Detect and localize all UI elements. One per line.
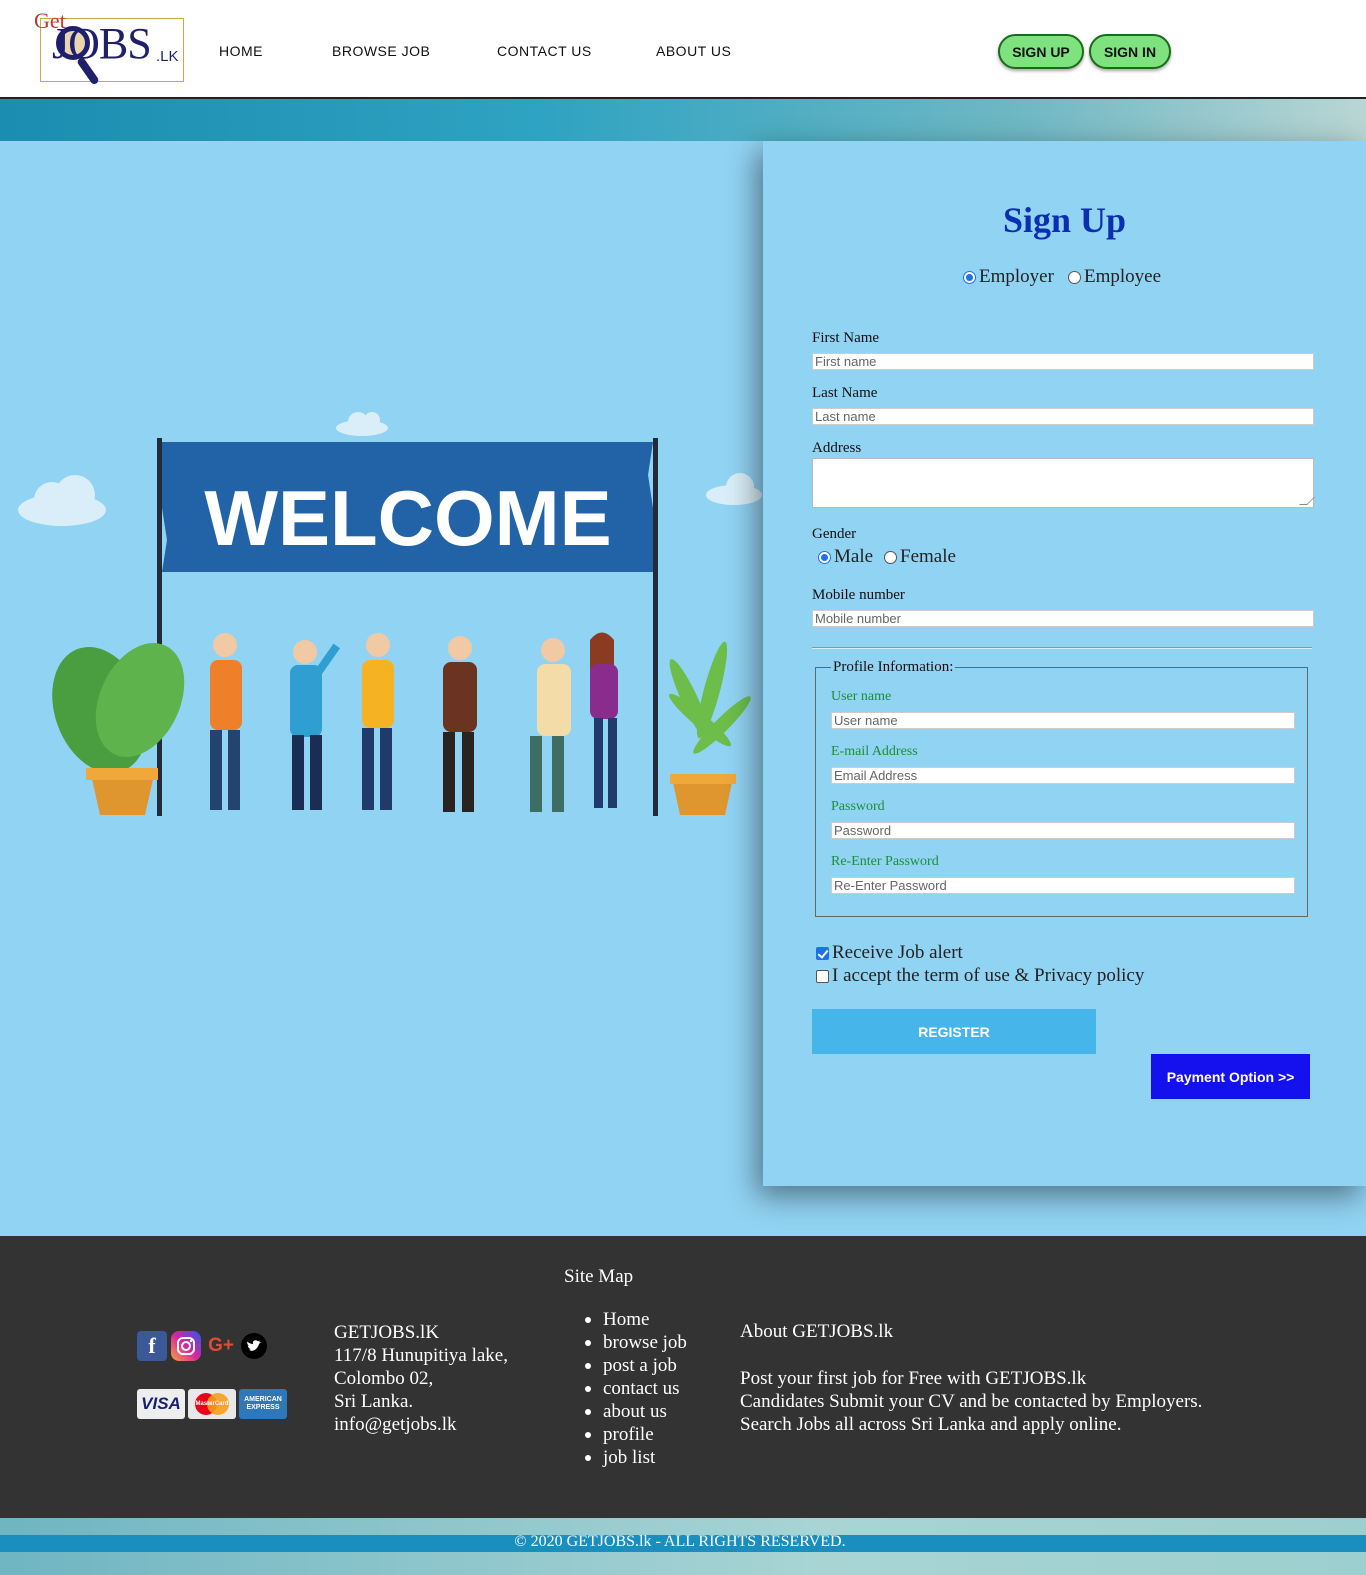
amex-card-icon: AMERICAN EXPRESS bbox=[239, 1389, 287, 1419]
radio-male[interactable] bbox=[818, 550, 831, 564]
instagram-icon[interactable] bbox=[171, 1331, 201, 1361]
header: Get JOBS .LK HOME BROWSE JOB CONTACT US … bbox=[0, 0, 1366, 99]
signup-title: Sign Up bbox=[1002, 200, 1127, 240]
person-2 bbox=[290, 640, 341, 810]
mobile-input[interactable]: Mobile number bbox=[812, 610, 1314, 627]
address-line: Colombo 02, bbox=[334, 1368, 434, 1389]
social-links: f G+ bbox=[137, 1331, 267, 1361]
header-band bbox=[0, 99, 1366, 141]
payment-option-button[interactable]: Payment Option >> bbox=[1151, 1054, 1310, 1099]
address-line: GETJOBS.lK bbox=[334, 1322, 440, 1343]
last-name-label: Last Name bbox=[812, 385, 878, 401]
about-text: Post your first job for Free with GETJOB… bbox=[740, 1367, 1202, 1436]
mastercard-icon: MasterCard bbox=[188, 1389, 236, 1419]
nav-browse-job[interactable]: BROWSE JOB bbox=[332, 43, 430, 59]
repassword-label: Re-Enter Password bbox=[831, 854, 939, 869]
person-4 bbox=[443, 636, 477, 812]
sitemap-link-job-list[interactable]: job list bbox=[583, 1446, 687, 1469]
role-employer[interactable]: Employer bbox=[963, 266, 1054, 288]
welcome-illustration: WELCOME bbox=[18, 412, 762, 816]
username-input[interactable]: User name bbox=[831, 712, 1295, 729]
cloud-top bbox=[336, 412, 388, 436]
address-line: Sri Lanka. bbox=[334, 1391, 414, 1412]
signin-button[interactable]: SIGN IN bbox=[1089, 34, 1171, 69]
welcome-banner-text: WELCOME bbox=[204, 474, 611, 562]
person-5 bbox=[530, 638, 571, 812]
left-plant bbox=[52, 643, 185, 815]
gender-label: Gender bbox=[812, 526, 857, 542]
nav-about-us[interactable]: ABOUT US bbox=[656, 43, 731, 59]
gender-male-label: Male bbox=[834, 546, 874, 567]
role-employer-label: Employer bbox=[979, 266, 1054, 287]
email-input[interactable]: Email Address bbox=[831, 767, 1295, 784]
job-alert-label: Receive Job alert bbox=[832, 942, 963, 963]
register-button[interactable]: REGISTER bbox=[812, 1009, 1096, 1054]
password-input[interactable]: Password bbox=[831, 822, 1295, 839]
footer: Site Map f G+ VISA MasterCard AMERICAN E… bbox=[0, 1236, 1366, 1518]
email-label: E-mail Address bbox=[831, 744, 918, 759]
terms-option[interactable]: I accept the term of use & Privacy polic… bbox=[816, 965, 1144, 987]
site-logo[interactable]: Get JOBS .LK bbox=[34, 8, 186, 94]
terms-checkbox[interactable] bbox=[816, 969, 829, 983]
right-plant bbox=[669, 641, 751, 815]
about-line: Post your first job for Free with GETJOB… bbox=[740, 1368, 1087, 1389]
sitemap-link-home[interactable]: Home bbox=[583, 1308, 687, 1331]
cloud-right bbox=[706, 473, 762, 505]
first-name-input[interactable]: First name bbox=[812, 353, 1314, 370]
divider bbox=[812, 647, 1312, 649]
company-address: GETJOBS.lK 117/8 Hunupitiya lake, Colomb… bbox=[334, 1321, 508, 1436]
about-line: Search Jobs all across Sri Lanka and app… bbox=[740, 1414, 1122, 1435]
person-6 bbox=[590, 632, 618, 808]
last-name-input[interactable]: Last name bbox=[812, 408, 1314, 425]
mastercard-text: MasterCard bbox=[195, 1401, 229, 1407]
twitter-icon[interactable] bbox=[241, 1333, 267, 1359]
sitemap-link-contact[interactable]: contact us bbox=[583, 1377, 687, 1400]
copyright-text: © 2020 GETJOBS.lk - ALL RIGHTS RESERVED. bbox=[514, 1533, 846, 1550]
gender-female[interactable]: Female bbox=[884, 546, 956, 568]
role-employee[interactable]: Employee bbox=[1068, 266, 1161, 288]
about-title: About GETJOBS.lk bbox=[740, 1321, 894, 1342]
radio-female[interactable] bbox=[884, 550, 897, 564]
address-label: Address bbox=[812, 440, 862, 456]
password-label: Password bbox=[831, 799, 885, 814]
address-line: 117/8 Hunupitiya lake, bbox=[334, 1345, 508, 1366]
nav-home[interactable]: HOME bbox=[219, 43, 263, 59]
job-alert-checkbox[interactable] bbox=[816, 946, 829, 960]
contact-email[interactable]: info@getjobs.lk bbox=[334, 1413, 508, 1436]
about-line: Candidates Submit your CV and be contact… bbox=[740, 1391, 1203, 1412]
google-plus-icon[interactable]: G+ bbox=[205, 1331, 237, 1361]
profile-legend: Profile Information: bbox=[831, 659, 956, 676]
job-alert-option[interactable]: Receive Job alert bbox=[816, 942, 963, 964]
sitemap-title: Site Map bbox=[564, 1266, 634, 1287]
role-employee-label: Employee bbox=[1084, 266, 1162, 287]
sitemap-link-browse-job[interactable]: browse job bbox=[583, 1331, 687, 1354]
gender-male[interactable]: Male bbox=[818, 546, 873, 568]
signup-panel: Sign Up Employer Employee First Name Fir… bbox=[763, 141, 1366, 1186]
person-3 bbox=[362, 633, 394, 810]
sitemap-link-about[interactable]: about us bbox=[583, 1400, 687, 1423]
terms-label: I accept the term of use & Privacy polic… bbox=[832, 965, 1145, 986]
sitemap-list: Home browse job post a job contact us ab… bbox=[583, 1308, 687, 1469]
repassword-input[interactable]: Re-Enter Password bbox=[831, 877, 1295, 894]
nav-contact-us[interactable]: CONTACT US bbox=[497, 43, 592, 59]
people-group bbox=[210, 632, 618, 812]
first-name-label: First Name bbox=[812, 330, 880, 346]
person-1 bbox=[210, 633, 242, 810]
sitemap-link-profile[interactable]: profile bbox=[583, 1423, 687, 1446]
signup-button[interactable]: SIGN UP bbox=[998, 34, 1084, 69]
payment-cards: VISA MasterCard AMERICAN EXPRESS bbox=[137, 1389, 287, 1419]
cloud-left bbox=[18, 475, 106, 526]
radio-employee[interactable] bbox=[1068, 270, 1081, 284]
logo-lk-text: .LK bbox=[156, 48, 179, 65]
facebook-icon[interactable]: f bbox=[137, 1331, 167, 1361]
radio-employer[interactable] bbox=[963, 270, 976, 284]
gender-female-label: Female bbox=[900, 546, 956, 567]
username-label: User name bbox=[831, 689, 892, 704]
address-textarea[interactable] bbox=[812, 458, 1314, 508]
sitemap-link-post-job[interactable]: post a job bbox=[583, 1354, 687, 1377]
mobile-label: Mobile number bbox=[812, 587, 905, 603]
visa-card-icon: VISA bbox=[137, 1389, 185, 1419]
logo-jobs-text: JOBS bbox=[52, 19, 152, 68]
